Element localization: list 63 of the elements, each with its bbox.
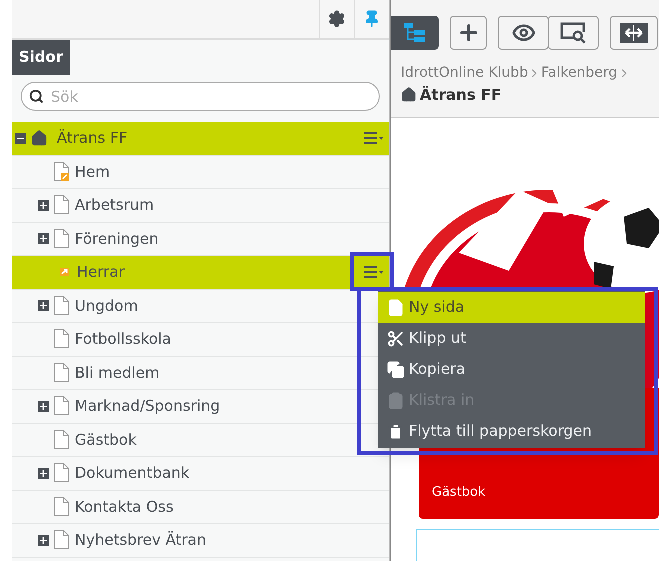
expand-icon[interactable] (38, 534, 49, 546)
tree-label: Gästbok (75, 430, 138, 450)
page-icon (54, 296, 70, 316)
tree-row[interactable]: Hem (12, 156, 389, 189)
home-icon (31, 130, 48, 147)
tree-label: Fotbollsskola (75, 329, 173, 350)
tree-row[interactable]: Kontakta Oss (12, 490, 389, 524)
expand-icon[interactable] (38, 300, 49, 312)
tab[interactable]: Sidor (12, 40, 70, 75)
expand-icon[interactable] (38, 400, 49, 412)
start-page-icon (54, 162, 70, 182)
tree-label: Kontakta Oss (75, 496, 175, 518)
tree-label: Bli medlem (75, 362, 161, 384)
preview-icon (560, 22, 588, 44)
search-icon (29, 89, 44, 104)
page-icon (387, 298, 405, 316)
page-icon (54, 430, 70, 450)
clipboard-icon (387, 392, 405, 410)
tree-label: Arbetsrum (75, 195, 156, 216)
menu-item[interactable]: Ny sida (378, 292, 645, 323)
scissors-icon (387, 330, 405, 348)
collapse-icon[interactable] (15, 132, 26, 144)
page-icon (54, 362, 70, 383)
tree-label: Marknad/Sponsring (75, 396, 222, 417)
expand-icon[interactable] (38, 200, 49, 211)
copy-icon (387, 360, 405, 378)
page-icon (54, 463, 70, 484)
page-icon (54, 228, 70, 249)
tree-label: Föreningen (75, 228, 160, 250)
tree-row[interactable]: Gästbok (12, 424, 389, 457)
tree-label: Nyhetsbrev Ätran (75, 530, 208, 551)
compare-button[interactable] (610, 16, 658, 50)
home-icon (401, 87, 417, 104)
page-icon (54, 530, 70, 550)
tree-label: Ätrans FF (57, 128, 129, 149)
expand-icon[interactable] (38, 233, 49, 244)
breadcrumb-link[interactable]: IdrottOnline Klubb (401, 63, 528, 84)
shortcut-icon (59, 266, 71, 278)
search-field[interactable]: Sök (21, 82, 380, 111)
page-icon (54, 195, 70, 216)
page-title: Ätrans FF (420, 85, 502, 106)
breadcrumb-link[interactable]: Falkenberg (541, 63, 618, 84)
tree-row[interactable]: Herrar (12, 256, 389, 290)
tree-label: Hem (75, 162, 112, 182)
menu-icon (364, 265, 384, 280)
page-icon (54, 329, 70, 350)
pin-icon (363, 10, 381, 28)
tree-button[interactable] (391, 16, 439, 50)
add-button[interactable] (450, 16, 487, 50)
menu-icon (364, 131, 384, 146)
tree-row[interactable]: Ätrans FF (12, 122, 389, 156)
tree-row[interactable]: Föreningen (12, 222, 389, 256)
tree-label: Dokumentbank (75, 463, 191, 484)
nav-link[interactable]: Gästbok (432, 483, 646, 502)
view-button[interactable] (498, 16, 549, 50)
expand-icon[interactable] (38, 468, 49, 479)
tree-label: Herrar (77, 262, 126, 283)
compare-icon (620, 23, 648, 43)
tree-label: Ungdom (75, 296, 140, 316)
tree-icon (404, 23, 426, 43)
preview-button[interactable] (548, 16, 599, 50)
page-icon (54, 396, 70, 416)
page-icon (54, 496, 70, 517)
